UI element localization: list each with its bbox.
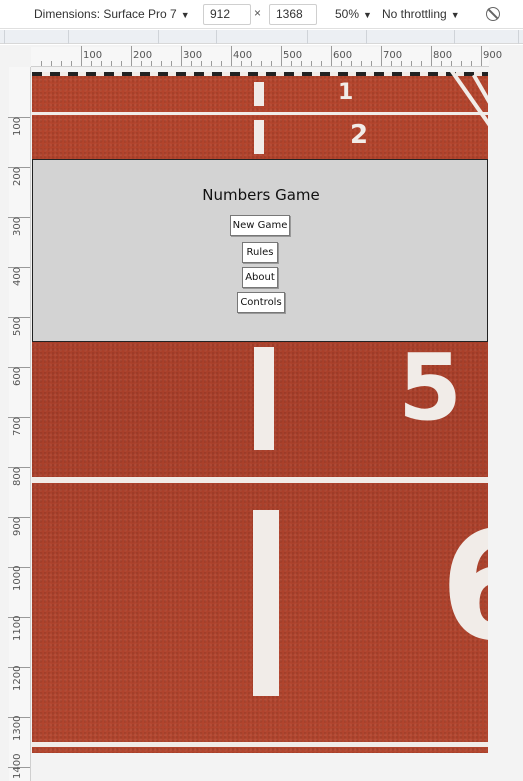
lane-marker	[254, 120, 264, 154]
ruler-label: 200	[12, 166, 23, 186]
zoom-label: 50%	[335, 7, 360, 21]
chevron-down-icon: ▼	[180, 10, 190, 20]
game-menu: Numbers Game New Game Rules About Contro…	[32, 159, 488, 342]
ruler-label: 900	[12, 516, 23, 536]
width-input[interactable]: 912	[203, 4, 251, 25]
rules-button[interactable]: Rules	[242, 242, 278, 263]
viewport-bottom-margin	[32, 753, 488, 781]
throttling-label: No throttling	[382, 7, 447, 21]
new-game-button[interactable]: New Game	[230, 215, 290, 236]
device-dimensions-dropdown[interactable]: Dimensions: Surface Pro 7 ▼	[34, 6, 190, 23]
throttling-dropdown[interactable]: No throttling ▼	[382, 6, 460, 23]
game-title: Numbers Game	[202, 186, 320, 204]
ruler-label: 1400	[12, 753, 23, 779]
ruler-label: 500	[283, 50, 303, 61]
ruler-label: 100	[83, 50, 103, 61]
chevron-down-icon: ▼	[363, 10, 372, 20]
ruler-label: 1100	[12, 615, 23, 641]
ruler-label: 400	[233, 50, 253, 61]
ruler-label: 900	[483, 50, 503, 61]
device-viewport: 1 2 Numbers Game New Game Rules About Co…	[32, 72, 488, 753]
horizontal-ruler: 100 200 300 400 500 600 700 800 900	[31, 46, 502, 67]
ruler-label: 1200	[12, 665, 23, 691]
lane-marker	[254, 347, 274, 450]
height-input[interactable]: 1368	[269, 4, 317, 25]
ruler-label: 700	[12, 416, 23, 436]
lane-marker	[253, 510, 279, 696]
track-line	[32, 477, 488, 483]
ruler-label: 300	[183, 50, 203, 61]
ruler-label: 500	[12, 316, 23, 336]
lane-number: 2	[350, 120, 369, 150]
track-line	[32, 112, 488, 115]
start-line	[32, 72, 488, 76]
device-dimensions-label: Dimensions: Surface Pro 7	[34, 7, 177, 21]
device-toolbar: Dimensions: Surface Pro 7 ▼ 912 × 1368 50…	[0, 0, 523, 29]
ruler-label: 1000	[12, 565, 23, 591]
media-query-bar[interactable]	[0, 30, 523, 44]
controls-button[interactable]: Controls	[237, 292, 285, 313]
ruler-label: 400	[12, 266, 23, 286]
ruler-label: 600	[333, 50, 353, 61]
lane-number: 6	[440, 512, 488, 662]
ruler-label: 100	[12, 116, 23, 136]
ruler-label: 200	[133, 50, 153, 61]
block-icon[interactable]	[486, 7, 500, 21]
ruler-label: 800	[433, 50, 453, 61]
lane-number: 5	[398, 334, 463, 441]
about-button[interactable]: About	[242, 267, 278, 288]
lane-marker	[254, 82, 264, 106]
ruler-label: 300	[12, 216, 23, 236]
lane-number: 1	[338, 80, 356, 105]
vertical-ruler: 100 200 300 400 500 600 700 800 900 1000…	[8, 67, 31, 781]
zoom-dropdown[interactable]: 50% ▼	[335, 6, 372, 23]
ruler-label: 1300	[12, 715, 23, 741]
ruler-label: 700	[383, 50, 403, 61]
ruler-label: 800	[12, 466, 23, 486]
track-line	[32, 742, 488, 747]
ruler-label: 600	[12, 366, 23, 386]
times-separator: ×	[254, 6, 262, 20]
chevron-down-icon: ▼	[450, 10, 460, 20]
